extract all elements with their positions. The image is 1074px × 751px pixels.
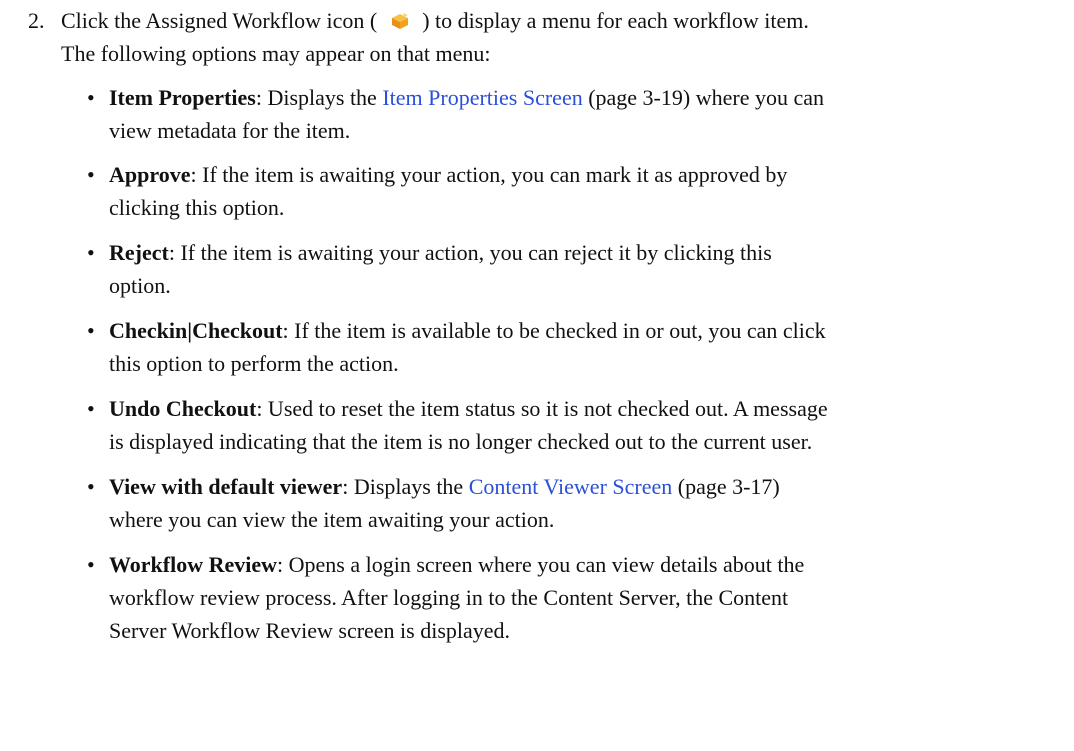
description-text: : Used to reset the item status so it is…	[256, 396, 828, 421]
term-label: Checkin|Checkout	[109, 318, 283, 343]
step-number: 2.	[28, 8, 45, 33]
description-line-2: where you can view the item awaiting you…	[109, 507, 555, 532]
bullet-mark: •	[87, 396, 95, 421]
list-item-body: Item Properties: Displays the Item Prope…	[109, 81, 1069, 147]
step-text: Click the Assigned Workflow icon ( ) to …	[61, 4, 1071, 70]
bullet-mark: •	[87, 240, 95, 265]
description-text: : If the item is awaiting your action, y…	[168, 240, 772, 265]
description-text: : Displays the	[342, 474, 469, 499]
bullet-mark: •	[87, 474, 95, 499]
term-label: Reject	[109, 240, 169, 265]
description-line-3: Server Workflow Review screen is display…	[109, 618, 511, 643]
term-label: View with default viewer	[109, 474, 343, 499]
description-line-2: this option to perform the action.	[109, 351, 399, 376]
bullet-mark: •	[87, 85, 95, 110]
bullet-mark: •	[87, 162, 95, 187]
term-label: Workflow Review	[109, 552, 278, 577]
description-text: : Opens a login screen where you can vie…	[277, 552, 805, 577]
step-line-2: The following options may appear on that…	[61, 41, 491, 66]
description-line-2: view metadata for the item.	[109, 118, 351, 143]
item-properties-screen-link[interactable]: Item Properties Screen	[382, 85, 582, 110]
list-item-body: Workflow Review: Opens a login screen wh…	[109, 548, 1069, 647]
list-item-body: Approve: If the item is awaiting your ac…	[109, 158, 1069, 224]
description-text: (page 3-19) where you can	[582, 85, 824, 110]
content-viewer-screen-link[interactable]: Content Viewer Screen	[469, 474, 673, 499]
term-label: Item Properties	[109, 85, 256, 110]
step-text-after-icon: ) to display a menu for each workflow it…	[422, 8, 809, 33]
description-line-2: workflow review process. After logging i…	[109, 585, 789, 610]
description-line-2: clicking this option.	[109, 195, 285, 220]
term-label: Approve	[109, 162, 191, 187]
description-text: : If the item is awaiting your action, y…	[190, 162, 788, 187]
description-text: (page 3-17)	[672, 474, 780, 499]
description-line-2: option.	[109, 273, 171, 298]
list-item-body: Reject: If the item is awaiting your act…	[109, 236, 1069, 302]
bullet-mark: •	[87, 318, 95, 343]
step-text-before-icon: Click the Assigned Workflow icon (	[61, 8, 378, 33]
description-line-2: is displayed indicating that the item is…	[109, 429, 813, 454]
term-label: Undo Checkout	[109, 396, 257, 421]
assigned-workflow-icon	[389, 12, 411, 30]
list-item-body: Checkin|Checkout: If the item is availab…	[109, 314, 1069, 380]
step-line-1: Click the Assigned Workflow icon ( ) to …	[61, 4, 1071, 37]
description-text: : If the item is available to be checked…	[282, 318, 826, 343]
list-item-body: Undo Checkout: Used to reset the item st…	[109, 392, 1069, 458]
bullet-mark: •	[87, 552, 95, 577]
description-text: : Displays the	[255, 85, 383, 110]
list-item-body: View with default viewer: Displays the C…	[109, 470, 1069, 536]
